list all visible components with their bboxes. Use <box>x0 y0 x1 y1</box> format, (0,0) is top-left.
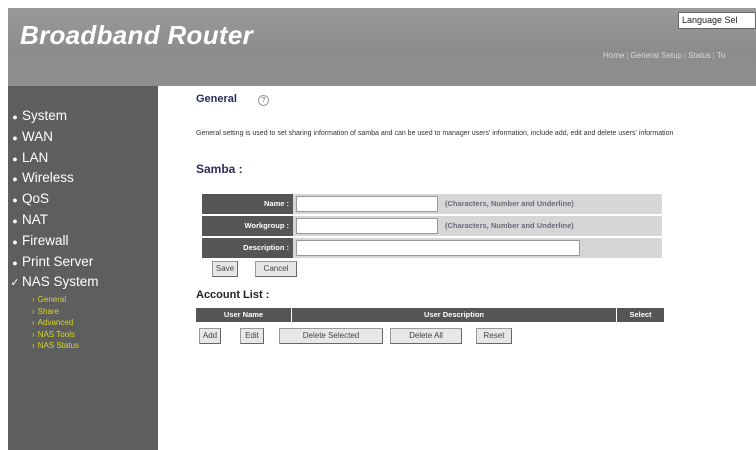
sidebar-item-label: Wireless <box>22 170 74 186</box>
add-button[interactable]: Add <box>199 328 221 344</box>
reset-button[interactable]: Reset <box>476 328 512 344</box>
workgroup-label: Workgroup : <box>202 216 293 236</box>
description-label: Description : <box>202 238 293 258</box>
sidebar-item-print-server[interactable]: ● Print Server <box>8 252 158 273</box>
delete-selected-button[interactable]: Delete Selected <box>279 328 383 344</box>
samba-heading: Samba : <box>196 162 243 176</box>
subnav-item-label: General <box>37 295 67 304</box>
workgroup-row: Workgroup : (Characters, Number and Unde… <box>202 216 662 236</box>
subnav-item-nas-status[interactable]: › NAS Status <box>8 340 158 352</box>
save-button[interactable]: Save <box>212 261 238 277</box>
description-input[interactable] <box>296 240 580 256</box>
workgroup-input[interactable] <box>296 218 438 234</box>
sidebar: ● System ● WAN ● LAN ● Wireless ● QoS ● NAT ● F… <box>8 86 158 450</box>
header-banner: Broadband Router Language Sel Home | Gener… <box>8 8 756 86</box>
arrow-right-icon: › <box>32 329 35 339</box>
name-row: Name : (Characters, Number and Underline… <box>202 194 662 214</box>
workgroup-hint: (Characters, Number and Underline) <box>445 221 574 230</box>
account-table-header: User Name User Description Select <box>196 308 664 322</box>
main-content: General ? General setting is used to set… <box>158 86 756 450</box>
page-description: General setting is used to set sharing i… <box>196 130 674 137</box>
sidebar-item-nat[interactable]: ● NAT <box>8 210 158 231</box>
sidebar-item-label: Firewall <box>22 232 69 248</box>
subnav-item-share[interactable]: › Share <box>8 306 158 318</box>
sidebar-item-system[interactable]: ● System <box>8 106 158 127</box>
brand-title: Broadband Router <box>20 20 254 50</box>
language-select[interactable]: Language Sel <box>678 12 756 29</box>
name-hint: (Characters, Number and Underline) <box>445 199 574 208</box>
sidebar-item-wireless[interactable]: ● Wireless <box>8 168 158 189</box>
sidebar-item-label: WAN <box>22 128 53 144</box>
sidebar-item-label: Print Server <box>22 253 94 269</box>
sidebar-item-label: System <box>22 108 68 123</box>
sidebar-item-firewall[interactable]: ● Firewall <box>8 231 158 252</box>
top-link-status[interactable]: Status <box>688 51 711 60</box>
sidebar-nav: ● System ● WAN ● LAN ● Wireless ● QoS ● NAT ● F… <box>8 106 158 293</box>
subnav-item-advanced[interactable]: › Advanced <box>8 317 158 329</box>
bullet-icon: ● <box>12 153 18 164</box>
bullet-icon: ● <box>12 112 18 122</box>
sidebar-item-label: NAT <box>22 211 48 227</box>
bullet-icon: ● <box>12 132 18 143</box>
cancel-button[interactable]: Cancel <box>255 261 297 277</box>
column-header-user-name: User Name <box>196 308 292 322</box>
bullet-icon: ● <box>12 236 18 247</box>
page-title: General <box>196 93 237 105</box>
column-header-user-description: User Description <box>292 308 617 322</box>
top-links: Home | General Setup | Status | To <box>603 51 726 60</box>
subnav-item-label: Advanced <box>37 318 74 328</box>
subnav-item-nas-tools[interactable]: › NAS Tools <box>8 329 158 341</box>
arrow-right-icon: › <box>32 318 35 328</box>
sidebar-item-label: LAN <box>22 149 49 165</box>
subnav-item-label: NAS Status <box>37 341 80 351</box>
subnav-item-general[interactable]: › General <box>8 294 158 306</box>
sidebar-subnav: › General › Share › Advanced › NAS Tools › NA… <box>8 294 158 352</box>
sidebar-item-nas-system[interactable]: ✓ NAS System <box>8 272 158 293</box>
arrow-right-icon: › <box>32 306 35 316</box>
sidebar-item-lan[interactable]: ● LAN <box>8 148 158 169</box>
top-link-general-setup[interactable]: General Setup <box>630 51 682 60</box>
top-link-home[interactable]: Home <box>603 51 624 60</box>
sidebar-item-label: NAS System <box>22 274 99 290</box>
name-input[interactable] <box>296 196 438 212</box>
name-label: Name : <box>202 194 293 214</box>
sidebar-item-qos[interactable]: ● QoS <box>8 189 158 210</box>
arrow-right-icon: › <box>32 295 35 304</box>
sidebar-item-wan[interactable]: ● WAN <box>8 127 158 148</box>
edit-button[interactable]: Edit <box>240 328 264 344</box>
subnav-item-label: Share <box>37 306 60 316</box>
account-list-heading: Account List : <box>196 289 270 301</box>
subnav-item-label: NAS Tools <box>37 329 75 339</box>
description-row: Description : <box>202 238 662 258</box>
bullet-icon: ● <box>12 195 18 206</box>
column-header-select: Select <box>617 308 664 322</box>
bullet-icon: ● <box>12 174 18 185</box>
bullet-icon: ● <box>12 215 18 226</box>
help-icon[interactable]: ? <box>258 95 269 106</box>
delete-all-button[interactable]: Delete All <box>390 328 462 344</box>
sidebar-item-label: QoS <box>22 191 50 207</box>
bullet-icon: ● <box>12 257 18 268</box>
top-link-tools[interactable]: To <box>717 51 725 60</box>
arrow-right-icon: › <box>32 341 35 351</box>
checkmark-icon: ✓ <box>10 277 20 290</box>
